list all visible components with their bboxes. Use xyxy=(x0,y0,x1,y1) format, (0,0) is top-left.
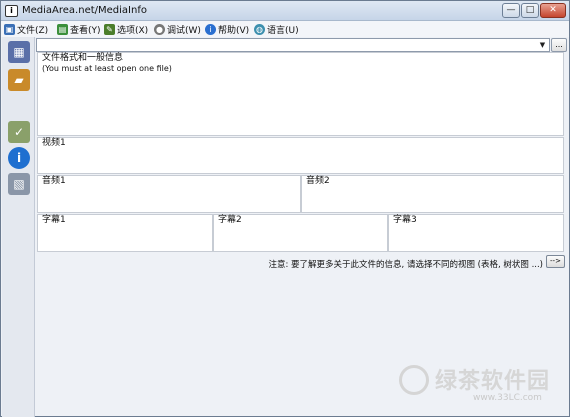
minimize-button[interactable]: — xyxy=(502,3,520,18)
view-notice: 注意: 要了解更多关于此文件的信息, 请选择不同的视图 (表格, 树状图 ...… xyxy=(268,260,543,270)
text2-label: 字幕2 xyxy=(218,215,242,225)
text1-label: 字幕1 xyxy=(42,215,66,225)
close-button[interactable]: ✕ xyxy=(540,3,566,18)
menu-view[interactable]: ▤ 查看(Y) xyxy=(57,22,101,36)
language-icon: ◍ xyxy=(254,23,265,35)
export-icon[interactable]: ▧ xyxy=(8,173,30,195)
debug-icon: ● xyxy=(154,23,165,35)
chevron-down-icon[interactable]: ▼ xyxy=(537,40,548,50)
mediainfo-window: i MediaArea.net/MediaInfo — □ ✕ ▣ 文件(Z) … xyxy=(0,0,570,417)
open-file-icon[interactable]: ▦ xyxy=(8,41,30,63)
menu-language-label: 语言(U) xyxy=(267,25,299,36)
audio2-label: 音频2 xyxy=(306,176,330,186)
about-icon[interactable]: i xyxy=(8,147,30,169)
menu-options[interactable]: ✎ 选项(X) xyxy=(104,22,148,36)
preferences-icon[interactable]: ✓ xyxy=(8,121,30,143)
audio2-panel: 音频2 xyxy=(301,175,564,213)
open-folder-icon[interactable]: ▰ xyxy=(8,69,30,91)
menu-file[interactable]: ▣ 文件(Z) xyxy=(4,22,48,36)
general-info-panel: 文件格式和一般信息 (You must at least open one fi… xyxy=(37,52,564,136)
file-icon: ▣ xyxy=(4,23,15,35)
menu-help-label: 帮助(V) xyxy=(218,25,250,36)
watermark-text: 绿茶软件园 xyxy=(435,369,551,394)
menu-file-label: 文件(Z) xyxy=(17,25,49,36)
text2-panel: 字幕2 xyxy=(213,214,388,252)
menu-debug-label: 调试(W) xyxy=(167,25,201,36)
help-icon: i xyxy=(205,23,216,35)
menu-options-label: 选项(X) xyxy=(117,25,149,36)
menu-bar: ▣ 文件(Z) ▤ 查看(Y) ✎ 选项(X) ● 调试(W) i 帮助(V) … xyxy=(1,21,569,37)
text1-panel: 字幕1 xyxy=(37,214,213,252)
file-select[interactable]: ▼ xyxy=(36,38,550,52)
video1-panel: 视频1 xyxy=(37,137,564,174)
maximize-button[interactable]: □ xyxy=(521,3,539,18)
general-info-note: (You must at least open one file) xyxy=(42,64,172,73)
next-view-button[interactable]: --> xyxy=(546,255,565,268)
left-toolbar: ▦ ▰ ✓ i ▧ xyxy=(2,37,35,417)
options-icon: ✎ xyxy=(104,23,115,35)
video1-label: 视频1 xyxy=(42,138,66,148)
audio1-panel: 音频1 xyxy=(37,175,301,213)
browse-button[interactable]: ... xyxy=(551,38,567,52)
app-icon: i xyxy=(5,5,18,17)
window-title: MediaArea.net/MediaInfo xyxy=(22,5,147,16)
menu-debug[interactable]: ● 调试(W) xyxy=(154,22,201,36)
text3-panel: 字幕3 xyxy=(388,214,564,252)
text3-label: 字幕3 xyxy=(393,215,417,225)
menu-language[interactable]: ◍ 语言(U) xyxy=(254,22,299,36)
title-bar[interactable]: i MediaArea.net/MediaInfo — □ ✕ xyxy=(1,1,569,21)
general-info-label: 文件格式和一般信息 xyxy=(42,53,124,63)
view-icon: ▤ xyxy=(57,23,68,35)
watermark-logo xyxy=(399,365,429,395)
audio1-label: 音频1 xyxy=(42,176,66,186)
menu-help[interactable]: i 帮助(V) xyxy=(205,22,249,36)
watermark-url: www.33LC.com xyxy=(473,393,542,403)
menu-view-label: 查看(Y) xyxy=(70,25,101,36)
